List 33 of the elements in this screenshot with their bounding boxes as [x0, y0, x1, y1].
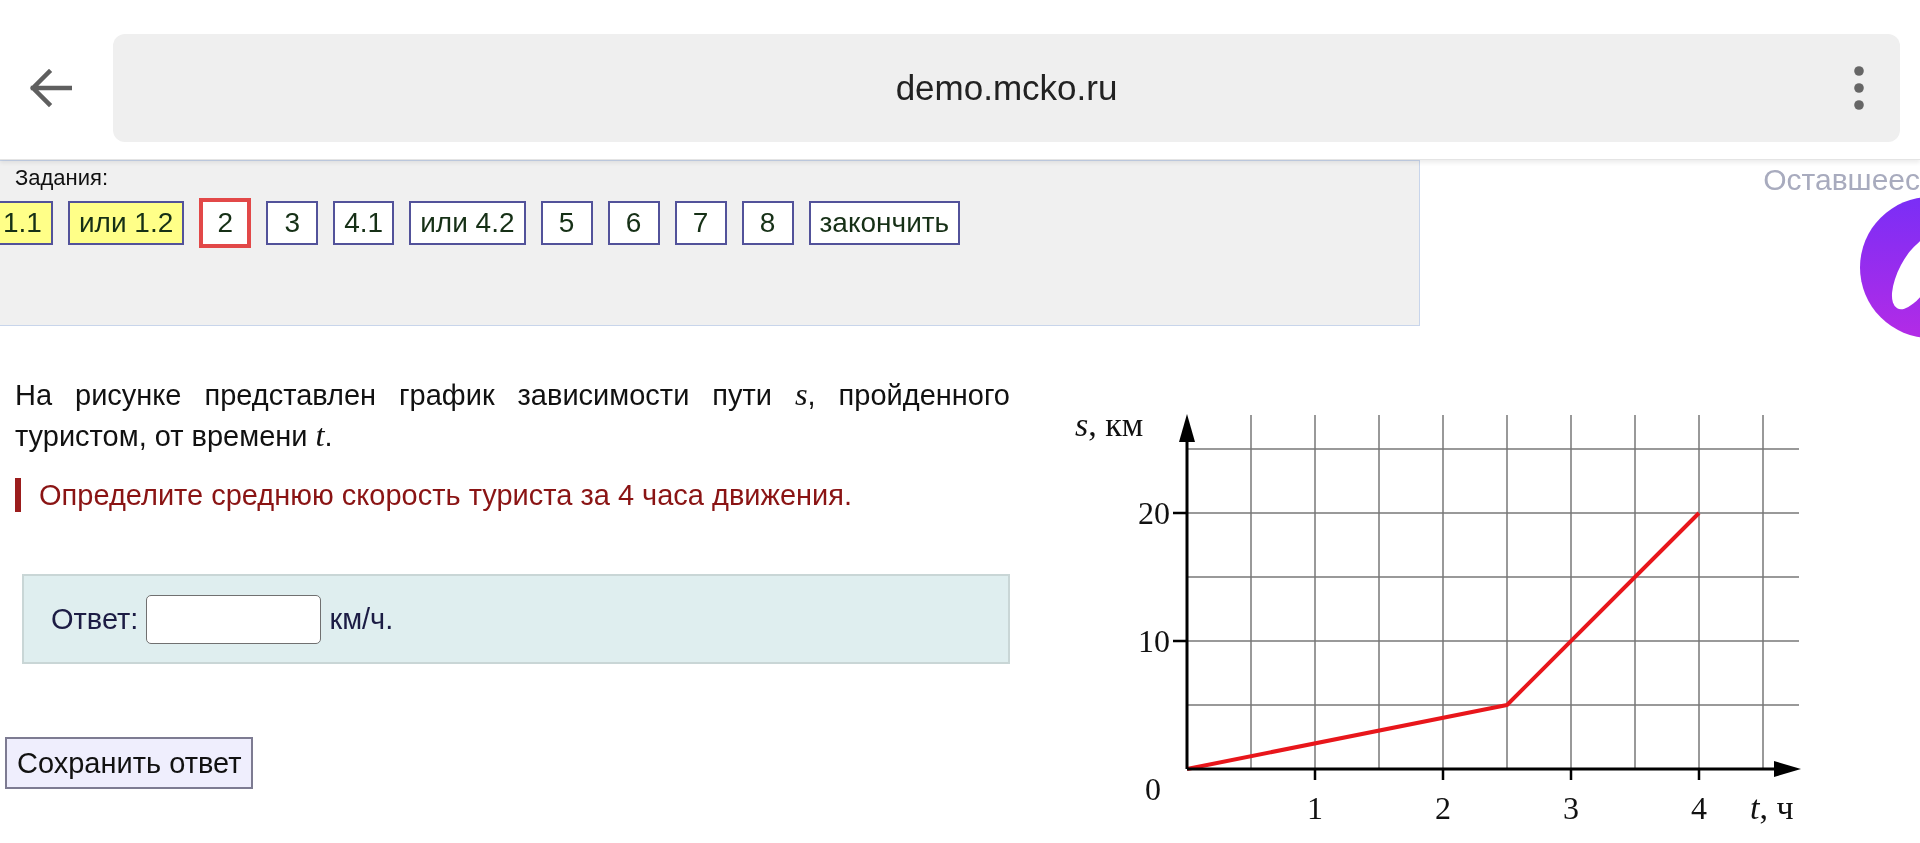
address-bar[interactable]: demo.mcko.ru: [113, 33, 1900, 142]
x-tick-label: 4: [1691, 790, 1707, 826]
task-button[interactable]: 6: [607, 201, 660, 245]
answer-label: Ответ:: [51, 602, 139, 636]
finish-button[interactable]: закончить: [808, 201, 961, 245]
task-button[interactable]: или 4.2: [409, 201, 526, 245]
answer-field[interactable]: [146, 594, 322, 644]
unit-label: км/ч.: [329, 602, 394, 636]
task-button[interactable]: 1.1: [0, 201, 53, 245]
url-text: demo.mcko.ru: [895, 67, 1118, 108]
more-options-icon[interactable]: [1854, 65, 1864, 110]
question-text: На рисунке представлен график зависимости пути s, пройденного туристом, от времени t.: [15, 375, 1010, 455]
x-tick-label: 1: [1307, 790, 1323, 826]
y-axis-label: s, км: [1075, 405, 1144, 445]
task-button[interactable]: 8: [741, 201, 794, 245]
task-button[interactable]: 5: [540, 201, 593, 245]
task-button[interactable]: 7: [674, 201, 727, 245]
tasks-label: Задания:: [15, 165, 109, 191]
y-tick-label: 20: [1138, 495, 1170, 531]
task-button[interactable]: или 1.2: [67, 201, 185, 245]
remaining-time-label: Оставшеес: [1763, 162, 1920, 198]
task-button[interactable]: 4.1: [333, 201, 395, 245]
back-icon[interactable]: [28, 67, 72, 108]
task-button[interactable]: 3: [266, 201, 319, 245]
x-tick-label: 3: [1563, 790, 1579, 826]
ring-icon[interactable]: [1860, 197, 1920, 338]
x-tick-label: 2: [1435, 790, 1451, 826]
save-button[interactable]: Сохранить ответ: [5, 737, 254, 789]
task-button[interactable]: 2: [199, 198, 252, 248]
x-axis-label: t, ч: [1750, 788, 1794, 828]
question-prompt: Определите среднюю скорость туриста за 4 часа движения.: [15, 478, 853, 512]
y-tick-label: 10: [1138, 623, 1170, 659]
y-tick-label: 0: [1145, 771, 1161, 807]
